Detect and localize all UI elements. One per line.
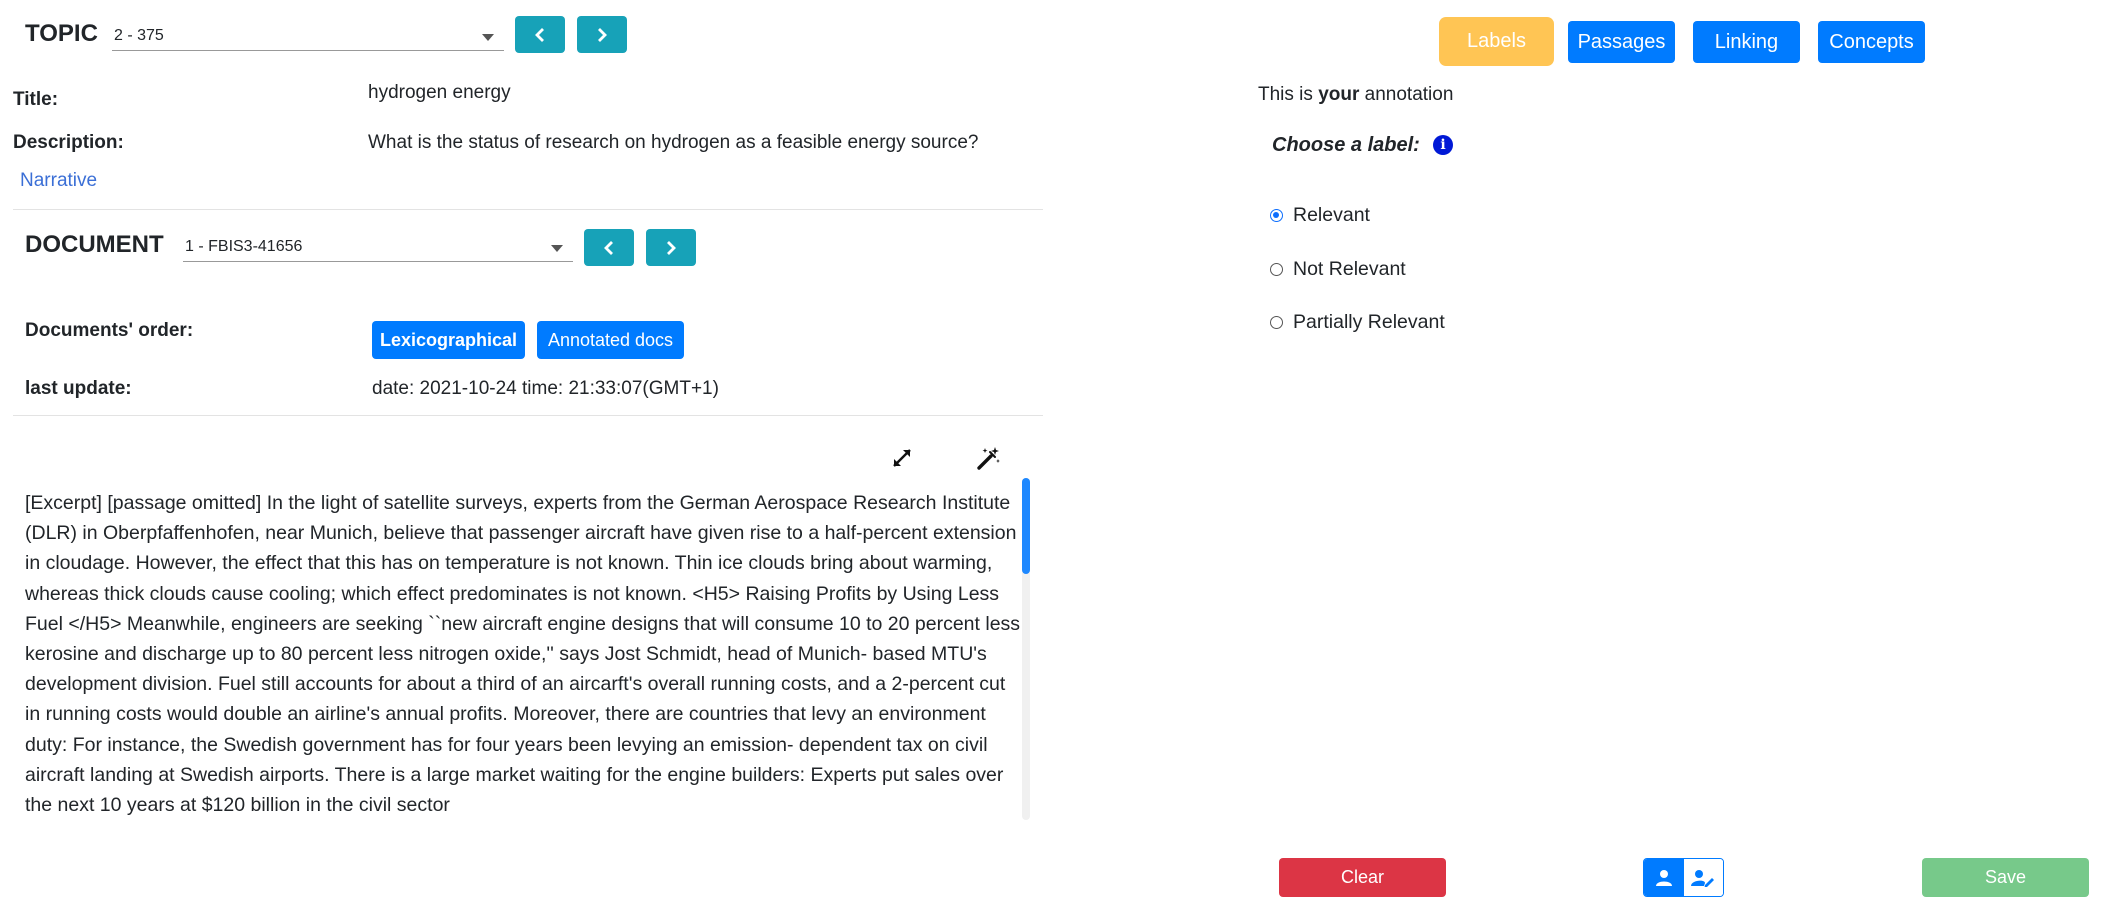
clear-button[interactable]: Clear bbox=[1279, 858, 1446, 897]
user-toggle-group bbox=[1643, 858, 1724, 897]
title-value: hydrogen energy bbox=[368, 82, 511, 103]
chevron-left-icon bbox=[604, 240, 613, 255]
annotation-intro-prefix: This is bbox=[1258, 84, 1319, 105]
info-icon[interactable]: i bbox=[1433, 135, 1453, 155]
label-option-not-relevant[interactable]: Not Relevant bbox=[1270, 258, 1406, 281]
document-text: [Excerpt] [passage omitted] In the light… bbox=[25, 492, 1021, 817]
document-select-value: 1 - FBIS3-41656 bbox=[185, 238, 303, 255]
expand-icon[interactable] bbox=[890, 446, 914, 470]
label-option-not-relevant-text: Not Relevant bbox=[1293, 258, 1406, 280]
document-select[interactable]: 1 - FBIS3-41656 bbox=[183, 236, 573, 262]
choose-label-heading: Choose a label: bbox=[1272, 134, 1420, 156]
label-option-relevant[interactable]: Relevant bbox=[1270, 204, 1370, 227]
annotation-intro-suffix: annotation bbox=[1359, 84, 1454, 105]
last-update-label: last update: bbox=[25, 378, 132, 399]
annotation-intro-bold: your bbox=[1318, 84, 1360, 105]
document-prev-button[interactable] bbox=[584, 229, 634, 266]
last-update-value: date: 2021-10-24 time: 21:33:07(GMT+1) bbox=[372, 378, 719, 399]
topic-prev-button[interactable] bbox=[515, 16, 565, 53]
title-label: Title: bbox=[13, 89, 59, 110]
description-value: What is the status of research on hydrog… bbox=[368, 132, 979, 153]
documents-order-label: Documents' order: bbox=[25, 320, 194, 341]
description-label: Description: bbox=[13, 132, 124, 153]
document-scrollbar-thumb[interactable] bbox=[1022, 478, 1030, 574]
annotation-intro: This is your annotation bbox=[1258, 84, 1453, 106]
user-edit-icon[interactable] bbox=[1683, 859, 1723, 896]
narrative-link[interactable]: Narrative bbox=[20, 170, 97, 192]
topic-next-button[interactable] bbox=[577, 16, 627, 53]
chevron-right-icon bbox=[598, 27, 607, 42]
magic-wand-icon[interactable] bbox=[976, 445, 1002, 471]
user-icon[interactable] bbox=[1644, 859, 1684, 896]
radio-not-relevant[interactable] bbox=[1270, 263, 1283, 276]
chevron-down-icon bbox=[551, 245, 563, 252]
chevron-right-icon bbox=[667, 240, 676, 255]
document-next-button[interactable] bbox=[646, 229, 696, 266]
label-option-partially-relevant[interactable]: Partially Relevant bbox=[1270, 311, 1445, 334]
chevron-left-icon bbox=[535, 27, 544, 42]
topic-select-value: 2 - 375 bbox=[114, 27, 164, 44]
order-lexicographical-button[interactable]: Lexicographical bbox=[372, 321, 525, 359]
chevron-down-icon bbox=[482, 34, 494, 41]
radio-partially-relevant[interactable] bbox=[1270, 316, 1283, 329]
radio-relevant[interactable] bbox=[1270, 209, 1283, 222]
topic-heading: TOPIC bbox=[25, 20, 98, 47]
label-option-partially-relevant-text: Partially Relevant bbox=[1293, 311, 1445, 333]
document-heading: DOCUMENT bbox=[25, 231, 164, 258]
divider bbox=[13, 415, 1043, 416]
order-annotated-docs-button[interactable]: Annotated docs bbox=[537, 321, 684, 359]
tab-linking[interactable]: Linking bbox=[1693, 21, 1800, 63]
tab-concepts[interactable]: Concepts bbox=[1818, 21, 1925, 63]
tab-labels[interactable]: Labels bbox=[1439, 17, 1554, 66]
save-button[interactable]: Save bbox=[1922, 858, 2089, 897]
topic-select[interactable]: 2 - 375 bbox=[112, 25, 504, 51]
label-option-relevant-text: Relevant bbox=[1293, 204, 1370, 226]
divider bbox=[13, 209, 1043, 210]
tab-passages[interactable]: Passages bbox=[1568, 21, 1675, 63]
